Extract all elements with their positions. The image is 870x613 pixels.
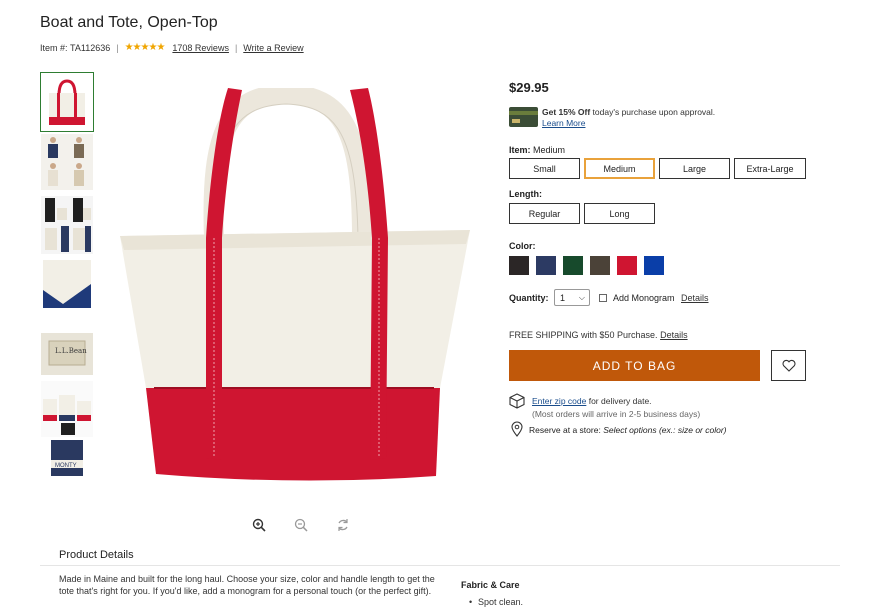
shipping-details-link[interactable]: Details (660, 330, 688, 340)
free-shipping-message: FREE SHIPPING with $50 Purchase. Details (509, 330, 688, 340)
product-price: $29.95 (509, 80, 549, 95)
color-option-label: Color: (509, 241, 536, 251)
credit-card-icon (509, 107, 538, 127)
wishlist-button[interactable] (771, 350, 806, 381)
chevron-down-icon: ⌵ (578, 293, 585, 302)
color-swatch-blue[interactable] (644, 256, 664, 275)
reserve-label: Reserve at a store: (529, 425, 601, 435)
color-swatch-hunter-green[interactable] (563, 256, 583, 275)
location-pin-icon (511, 421, 523, 437)
product-details-heading: Product Details (59, 549, 134, 561)
thumbnail-7[interactable]: MONTY (41, 438, 93, 478)
delivery-date: Enter zip code for delivery date. (532, 396, 652, 406)
svg-text:L.L.Bean: L.L.Bean (55, 347, 87, 355)
add-to-bag-button[interactable]: ADD TO BAG (509, 350, 760, 381)
delivery-text: for delivery date. (586, 396, 652, 406)
image-controls (252, 518, 352, 534)
size-option-large[interactable]: Large (659, 158, 730, 179)
length-option-label: Length: (509, 189, 542, 199)
monogram-details-link[interactable]: Details (681, 293, 709, 303)
divider: | (116, 42, 119, 53)
rating-stars-icon: ★★★★★ (124, 42, 166, 53)
learn-more-link[interactable]: Learn More (542, 118, 585, 128)
size-option-extra-large[interactable]: Extra-Large (734, 158, 806, 179)
enter-zip-link[interactable]: Enter zip code (532, 396, 586, 406)
reserve-at-store: Reserve at a store: Select options (ex.:… (529, 425, 727, 435)
credit-card-offer: Get 15% Off today's purchase upon approv… (509, 107, 715, 129)
reviews-link[interactable]: 1708 Reviews (172, 43, 229, 53)
package-icon (509, 393, 525, 409)
quantity-value: 1 (560, 292, 566, 303)
thumbnail-5[interactable]: L.L.Bean (41, 333, 93, 375)
fabric-care-heading: Fabric & Care (461, 580, 520, 590)
color-swatch-red[interactable] (617, 256, 637, 275)
divider (40, 565, 840, 566)
product-main-image (120, 88, 470, 481)
zoom-out-icon[interactable] (294, 518, 310, 534)
svg-text:MONTY: MONTY (55, 463, 77, 469)
quantity-select[interactable]: 1 ⌵ (554, 289, 590, 306)
item-number: TA112636 (70, 42, 111, 53)
thumbnail-4[interactable] (41, 258, 93, 310)
item-number-prefix: Item #: (40, 42, 68, 53)
thumbnail-6[interactable] (41, 381, 93, 437)
divider: | (234, 42, 238, 53)
color-swatch-brown[interactable] (590, 256, 610, 275)
length-option-regular[interactable]: Regular (509, 203, 580, 224)
color-swatch-navy[interactable] (536, 256, 556, 275)
product-description: Made in Maine and built for the long hau… (59, 574, 435, 596)
length-option-long[interactable]: Long (584, 203, 655, 224)
write-review-link[interactable]: Write a Review (243, 43, 303, 53)
item-selected-value: Medium (533, 145, 566, 155)
heart-icon (781, 359, 796, 372)
item-option-label: Item: Medium (509, 145, 566, 155)
size-option-medium[interactable]: Medium (584, 158, 655, 179)
product-title: Boat and Tote, Open-Top (40, 14, 218, 31)
thumbnail-3[interactable] (41, 196, 93, 254)
monogram-label: Add Monogram (613, 293, 675, 303)
reserve-hint: Select options (ex.: size or color) (603, 425, 727, 435)
zoom-in-icon[interactable] (252, 518, 268, 534)
monogram-checkbox[interactable] (599, 294, 607, 302)
delivery-note: (Most orders will arrive in 2-5 business… (532, 409, 701, 419)
thumbnail-2[interactable] (41, 134, 93, 190)
thumbnail-1[interactable] (40, 72, 94, 132)
color-swatch-black[interactable] (509, 256, 529, 275)
size-option-small[interactable]: Small (509, 158, 580, 179)
quantity-label: Quantity: (509, 293, 549, 303)
offer-text: today's purchase upon approval. (590, 107, 716, 117)
fabric-care-item: Spot clean. (469, 597, 523, 607)
offer-bold: Get 15% Off (542, 107, 591, 117)
product-meta: Item #: TA112636 | ★★★★★ 1708 Reviews | … (40, 42, 304, 53)
shipping-text: FREE SHIPPING with $50 Purchase. (509, 330, 658, 340)
rotate-icon[interactable] (336, 518, 352, 534)
